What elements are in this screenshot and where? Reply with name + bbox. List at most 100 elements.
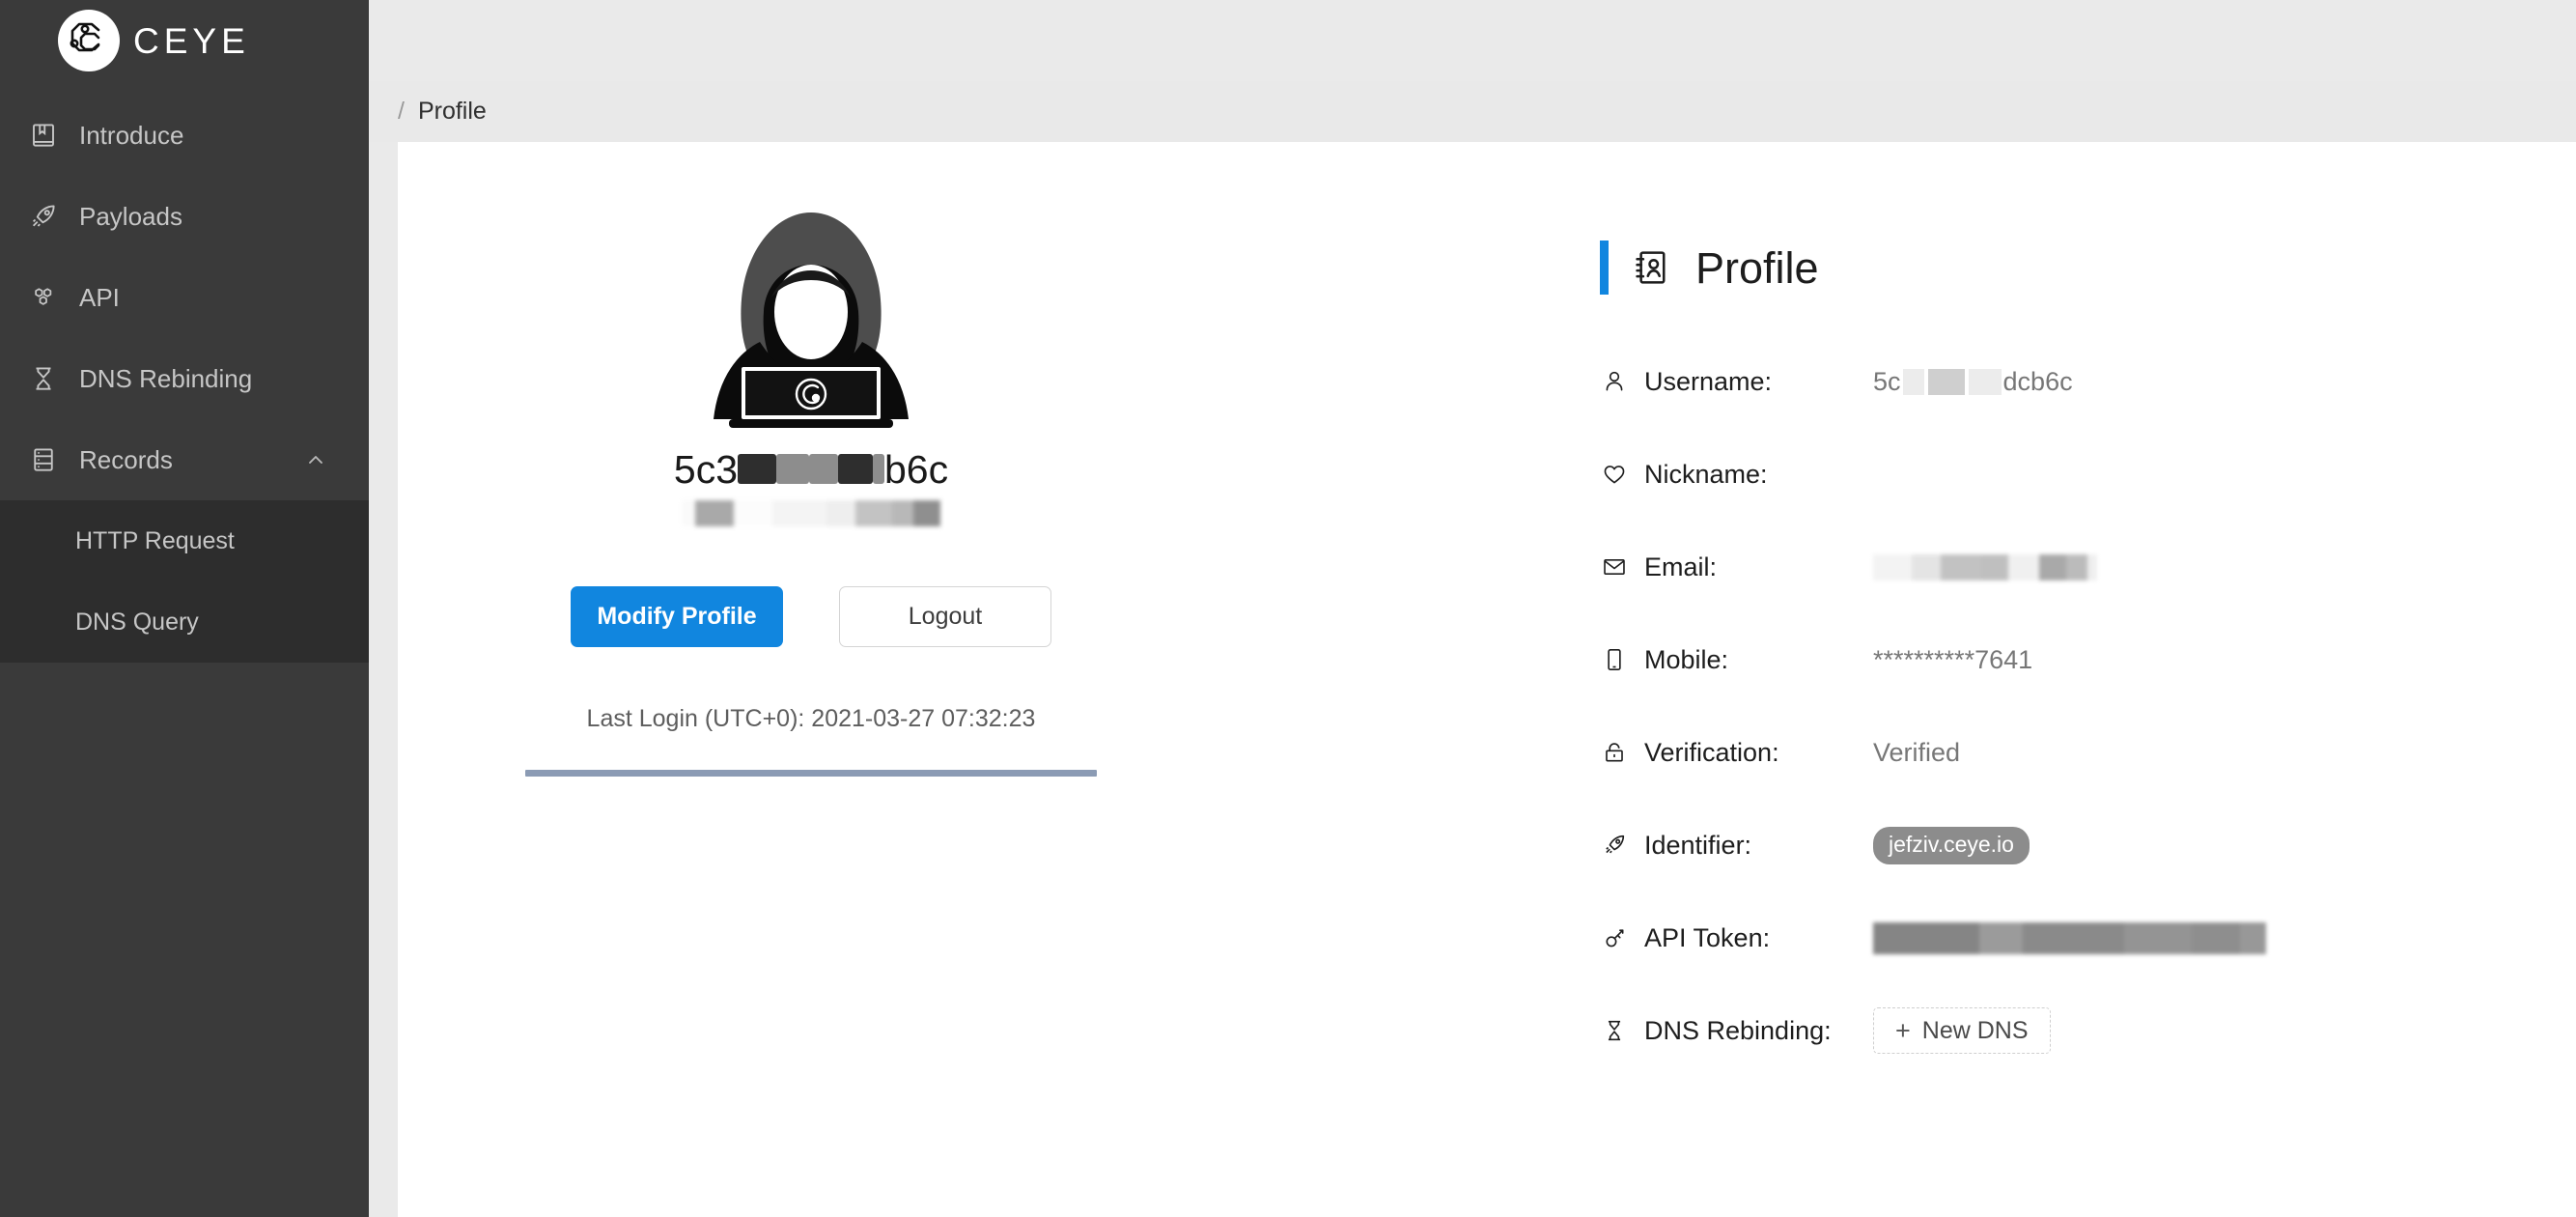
username-prefix: 5c	[1873, 366, 1901, 396]
breadcrumb-current: Profile	[417, 98, 487, 125]
avatar-username-suffix: b6c	[884, 447, 949, 492]
new-dns-button[interactable]: + New DNS	[1873, 1007, 2051, 1054]
chevron-up-icon[interactable]	[303, 447, 328, 472]
username-redaction-bar-1	[738, 453, 776, 484]
sidebar-item-api[interactable]: API	[0, 257, 369, 338]
sidebar-item-label: Records	[79, 445, 173, 474]
profile-row-nickname: Nickname:	[1600, 428, 2517, 521]
profile-value-username: 5c dcb6c	[1873, 366, 2073, 396]
profile-label-text: Email:	[1644, 552, 1718, 581]
breadcrumb: / Profile	[369, 81, 2576, 142]
profile-value-identifier: jefziv.ceye.io	[1873, 826, 2030, 864]
book-icon	[27, 119, 60, 152]
username-redaction-bar-4	[838, 453, 873, 484]
sidebar-item-label: API	[79, 283, 120, 312]
hooded-hacker-with-laptop-icon	[444, 195, 1178, 432]
avatar-subtitle-redacted	[682, 500, 940, 527]
avatar-username: 5c3 b6c	[444, 447, 1178, 493]
profile-row-email: Email:	[1600, 521, 2517, 613]
profile-value-verification: Verified	[1873, 737, 1961, 767]
page-title-text: Profile	[1695, 242, 1819, 293]
contact-card-icon	[1630, 245, 1674, 290]
sidebar-subitem-label: HTTP Request	[75, 526, 235, 554]
profile-label-mobile: Mobile:	[1600, 645, 1873, 674]
username-suffix: dcb6c	[2002, 366, 2073, 396]
modify-profile-button[interactable]: Modify Profile	[571, 586, 783, 648]
sidebar-item-label: Introduce	[79, 121, 184, 150]
profile-info-list: Username: 5c dcb6c Nickname: Email: Mobi…	[1600, 335, 2517, 1077]
envelope-icon	[1600, 552, 1629, 581]
profile-label-text: Mobile:	[1644, 644, 1729, 674]
content-area: / Profile 5c3 b6c Modify Profile Logout …	[369, 0, 2576, 1217]
profile-panel: Profile Username: 5c dcb6c Nickname: Ema…	[1600, 237, 2517, 1077]
sidebar-item-payloads[interactable]: Payloads	[0, 176, 369, 257]
api-token-redacted-bar	[1873, 921, 2266, 954]
honeycomb-icon	[27, 281, 60, 314]
sidebar-item-http-request[interactable]: HTTP Request	[0, 500, 369, 581]
brand-name: CEYE	[133, 20, 250, 61]
profile-value-email	[1873, 553, 2097, 580]
sidebar-item-dns-query[interactable]: DNS Query	[0, 581, 369, 663]
key-icon	[1600, 923, 1629, 952]
breadcrumb-separator: /	[398, 98, 405, 125]
database-icon	[27, 443, 60, 476]
new-dns-button-label: New DNS	[1921, 1016, 2029, 1044]
profile-row-dns-rebinding: DNS Rebinding: + New DNS	[1600, 984, 2517, 1077]
profile-value-dns-rebinding: + New DNS	[1873, 1007, 2051, 1054]
sidebar-item-introduce[interactable]: Introduce	[0, 95, 369, 176]
profile-label-identifier: Identifier:	[1600, 831, 1873, 860]
identifier-badge[interactable]: jefziv.ceye.io	[1873, 826, 2030, 864]
username-redaction-bar-3	[809, 453, 838, 484]
profile-label-email: Email:	[1600, 552, 1873, 581]
lock-icon	[1600, 738, 1629, 767]
rocket-icon	[1600, 831, 1629, 860]
mobile-icon	[1600, 645, 1629, 674]
avatar-actions: Modify Profile Logout	[444, 586, 1178, 648]
profile-row-username: Username: 5c dcb6c	[1600, 335, 2517, 428]
profile-label-username: Username:	[1600, 367, 1873, 396]
rocket-icon	[27, 200, 60, 233]
last-login-text: Last Login (UTC+0): 2021-03-27 07:32:23	[586, 705, 1036, 733]
profile-label-text: Verification:	[1644, 737, 1779, 767]
avatar-card: 5c3 b6c Modify Profile Logout Last Login …	[444, 195, 1178, 778]
profile-label-nickname: Nickname:	[1600, 460, 1873, 489]
plus-icon: +	[1895, 1015, 1911, 1045]
profile-label-text: API Token:	[1644, 922, 1771, 952]
page-title: Profile	[1600, 237, 2517, 298]
profile-label-api-token: API Token:	[1600, 923, 1873, 952]
ceye-circuit-logo-icon	[58, 10, 120, 71]
profile-value-mobile: **********7641	[1873, 644, 2033, 674]
profile-value-api-token	[1873, 921, 2266, 954]
username-redaction-bar-5	[873, 453, 884, 484]
section-divider	[525, 770, 1097, 778]
profile-row-mobile: Mobile: **********7641	[1600, 613, 2517, 706]
profile-label-text: DNS Rebinding:	[1644, 1015, 1832, 1045]
app-root: CEYE Introduce Payloads API DNS Rebindin…	[0, 0, 2576, 1217]
heart-icon	[1600, 460, 1629, 489]
profile-label-text: Username:	[1644, 366, 1773, 396]
logout-button[interactable]: Logout	[839, 586, 1051, 648]
hourglass-icon	[27, 362, 60, 395]
profile-row-api-token: API Token:	[1600, 892, 2517, 984]
avatar-username-prefix: 5c3	[673, 447, 738, 492]
hourglass-icon	[1600, 1016, 1629, 1045]
sidebar-item-records[interactable]: Records	[0, 419, 369, 500]
username-mask-light-1	[1902, 368, 1924, 395]
sidebar-item-label: Payloads	[79, 202, 182, 231]
sidebar-subitem-label: DNS Query	[75, 608, 199, 636]
brand-logo[interactable]: CEYE	[0, 0, 369, 81]
sidebar-item-dns-rebinding[interactable]: DNS Rebinding	[0, 338, 369, 419]
title-accent-bar	[1600, 241, 1609, 295]
profile-label-dns-rebinding: DNS Rebinding:	[1600, 1016, 1873, 1045]
email-redacted-bar	[1873, 553, 2097, 580]
sidebar-nav: Introduce Payloads API DNS Rebinding Rec…	[0, 95, 369, 663]
profile-label-text: Identifier:	[1644, 830, 1752, 860]
username-mask-1	[1927, 368, 1965, 395]
username-mask-light-2	[1968, 368, 2002, 395]
profile-row-verification: Verification: Verified	[1600, 706, 2517, 799]
records-submenu: HTTP Request DNS Query	[0, 500, 369, 663]
sidebar: CEYE Introduce Payloads API DNS Rebindin…	[0, 0, 369, 1217]
profile-label-text: Nickname:	[1644, 459, 1768, 489]
username-redaction-bar-2	[776, 453, 809, 484]
profile-row-identifier: Identifier: jefziv.ceye.io	[1600, 799, 2517, 892]
